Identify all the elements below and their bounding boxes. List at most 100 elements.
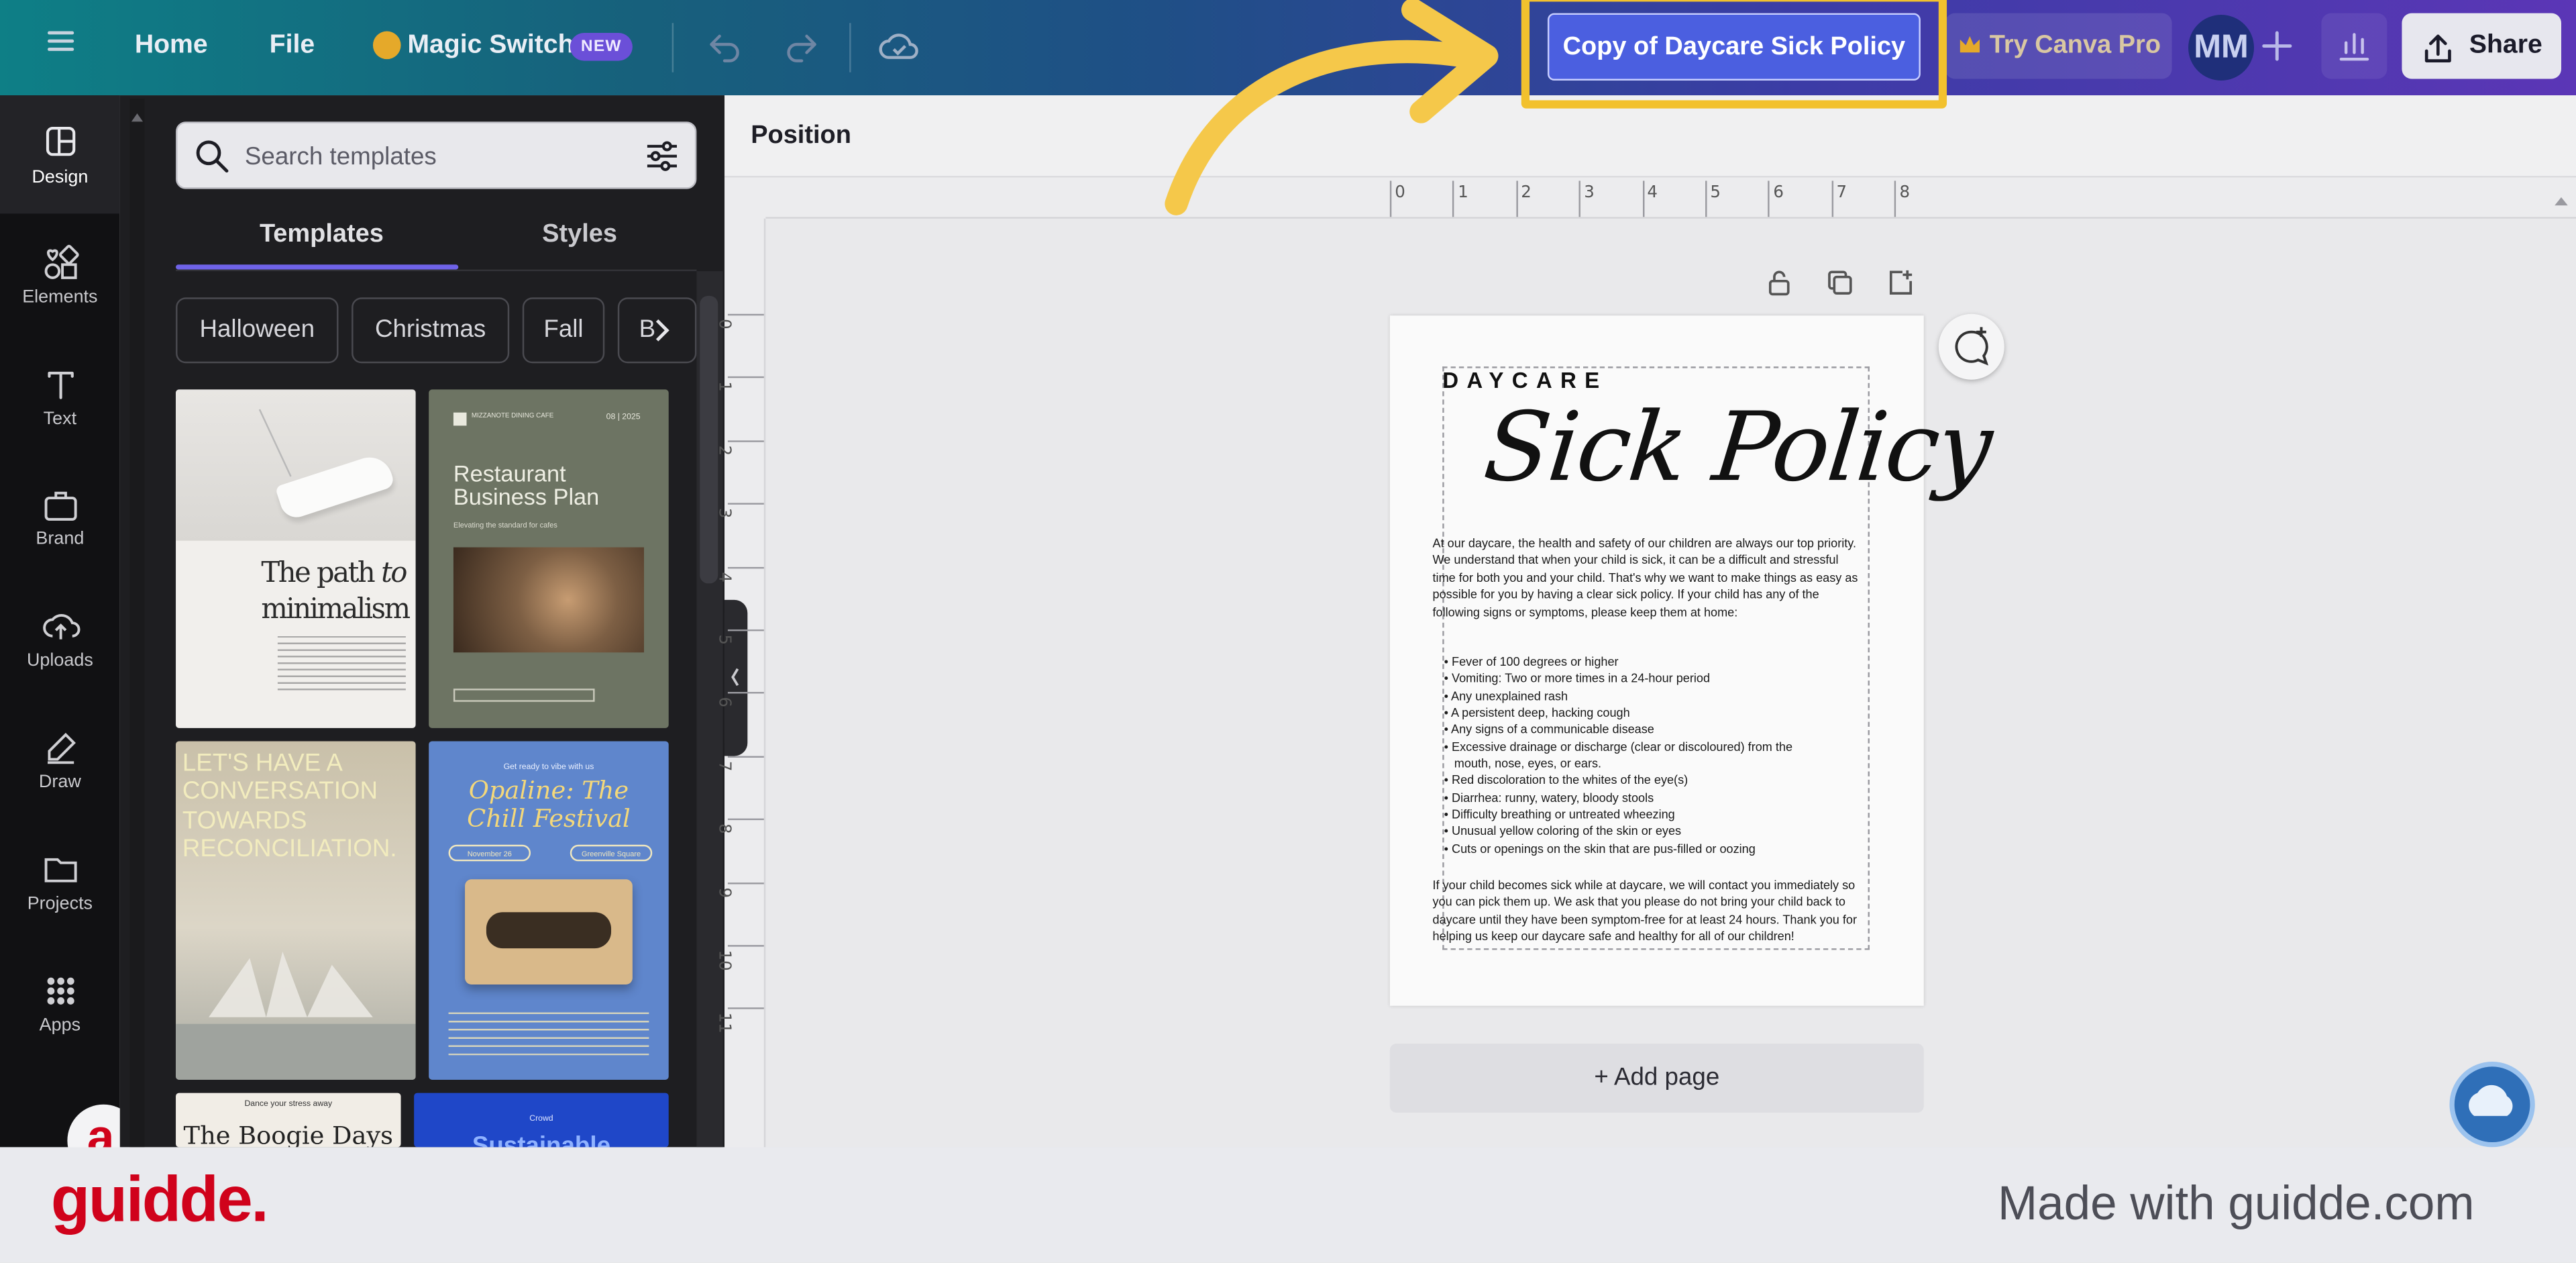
search-templates-input[interactable]: Search templates [176,121,696,189]
rail-item-brand[interactable]: Brand [0,460,120,578]
redo-icon[interactable] [782,28,822,68]
tab-templates[interactable]: Templates [260,220,384,250]
avatar[interactable]: MM [2188,15,2254,81]
panel-scroll-up-icon[interactable] [129,102,144,115]
list-item: • Any signs of a communicable disease [1444,722,1863,739]
cloud-check-icon[interactable] [877,26,920,69]
hamburger-icon[interactable] [44,25,77,58]
brand-icon [40,485,80,524]
doc-closing-paragraph[interactable]: If your child becomes sick while at dayc… [1433,878,1860,946]
template-title: The path to minimalism [261,556,409,628]
ruler-label: 2 [714,445,733,456]
rail-item-projects[interactable]: Projects [0,825,120,943]
template-card-opaline[interactable]: Get ready to vibe with us Opaline: The C… [429,741,669,1079]
template-card-minimalism[interactable]: The path to minimalism [176,389,416,727]
guidde-widget-icon[interactable] [2449,1062,2534,1147]
ruler-label: 5 [1710,184,1721,202]
ruler-label: 10 [714,950,733,971]
doc-symptom-list[interactable]: • Fever of 100 degrees or higher • Vomit… [1444,654,1863,858]
template-title: Opaline: The Chill Festival [439,777,659,833]
doc-intro-paragraph[interactable]: At our daycare, the health and safety of… [1433,536,1860,621]
divider [849,23,851,72]
magic-switch-button[interactable]: Magic Switch [407,32,574,61]
list-item: • Difficulty breathing or untreated whee… [1444,807,1863,824]
list-item: • Cuts or openings on the skin that are … [1444,841,1863,858]
home-menu[interactable]: Home [135,32,208,61]
ruler-label: 1 [714,382,733,393]
list-item: • Excessive drainage or discharge (clear… [1444,739,1863,756]
list-item: • Red discoloration to the whites of the… [1444,773,1863,790]
ruler-label: 4 [714,571,733,582]
ruler-tick [728,756,764,757]
cassette-window [486,912,611,948]
filter-sliders-icon[interactable] [644,138,680,174]
rail-label: Uploads [27,651,93,670]
template-title-b: to [381,557,406,590]
template-footer-bar [453,689,595,702]
ruler-label: 5 [714,634,733,645]
panel-left-scrollbar[interactable] [129,99,144,1147]
template-tag-left: November 26 [449,845,531,861]
share-label: Share [2469,32,2542,60]
share-button[interactable]: Share [2402,13,2561,79]
duplicate-page-icon[interactable] [1825,268,1855,297]
analytics-icon[interactable] [2321,13,2387,79]
undo-icon[interactable] [705,28,745,68]
template-card-sustainable[interactable]: Crowd Sustainable [414,1093,669,1148]
list-item: • Diarrhea: runny, watery, bloody stools [1444,790,1863,807]
chevron-right-icon[interactable] [651,315,674,345]
ruler-tick [1579,181,1580,217]
rail-item-apps[interactable]: Apps [0,947,120,1065]
rail-label: Brand [36,529,84,549]
ruler-tick [728,1008,764,1009]
ruler-label: 6 [1773,184,1784,202]
tab-divider [176,270,696,271]
add-page-icon[interactable] [1886,268,1915,297]
rail-item-design[interactable]: Design [0,95,120,213]
chip-christmas[interactable]: Christmas [352,297,509,363]
template-lineup [449,1013,649,1056]
ruler-tick [728,503,764,505]
plus-icon[interactable] [2257,26,2297,66]
list-item: • Any unexplained rash [1444,688,1863,705]
rail-item-text[interactable]: Text [0,338,120,456]
doc-title[interactable]: Sick Policy [1479,391,1996,503]
layout-icon [40,123,80,163]
ruler-tick [1768,181,1770,217]
rail-item-uploads[interactable]: Uploads [0,582,120,700]
tab-styles[interactable]: Styles [542,220,617,250]
template-card-boogie[interactable]: Dance your stress away The Boogie Days [176,1093,401,1148]
lock-icon[interactable] [1764,268,1794,297]
collapse-panel-handle[interactable] [724,600,747,756]
canvas-scroll-up-icon[interactable] [2553,186,2569,199]
rail-label: Apps [40,1015,80,1035]
search-icon [194,138,230,174]
add-comment-button[interactable] [1939,314,2004,380]
ruler-label: 11 [714,1013,733,1034]
template-card-reconciliation[interactable]: LET'S HAVE A CONVERSATION TOWARDS RECONC… [176,741,416,1079]
text-icon [40,365,80,405]
ruler-tick [728,314,764,315]
chip-fall[interactable]: Fall [523,297,604,363]
file-menu[interactable]: File [270,32,315,61]
ruler-tick [1894,181,1896,217]
try-canva-pro-button[interactable]: Try Canva Pro [1945,13,2172,79]
doc-eyebrow[interactable]: DAYCARE [1442,368,1607,393]
template-tag-right: Greenville Square [570,845,652,861]
ruler-tick [728,819,764,820]
template-title-a: The path [261,557,374,590]
template-card-restaurant[interactable]: MIZZANOTE DINING CAFE 08 | 2025 Restaura… [429,389,669,727]
ruler-tick [728,882,764,883]
chip-halloween[interactable]: Halloween [176,297,338,363]
template-photo [453,548,644,653]
position-button[interactable]: Position [751,121,851,151]
share-upload-icon [2420,28,2456,64]
rail-item-elements[interactable]: Elements [0,217,120,335]
crown-icon [373,32,401,60]
add-page-button[interactable]: + Add page [1390,1044,1924,1113]
ruler-label: 0 [1395,184,1405,202]
template-eyebrow: Get ready to vibe with us [429,762,669,772]
top-toolbar: Home File Magic Switch NEW Copy of Dayca… [0,0,2576,95]
panel-scrollbar-thumb[interactable] [700,296,718,584]
rail-item-draw[interactable]: Draw [0,703,120,821]
